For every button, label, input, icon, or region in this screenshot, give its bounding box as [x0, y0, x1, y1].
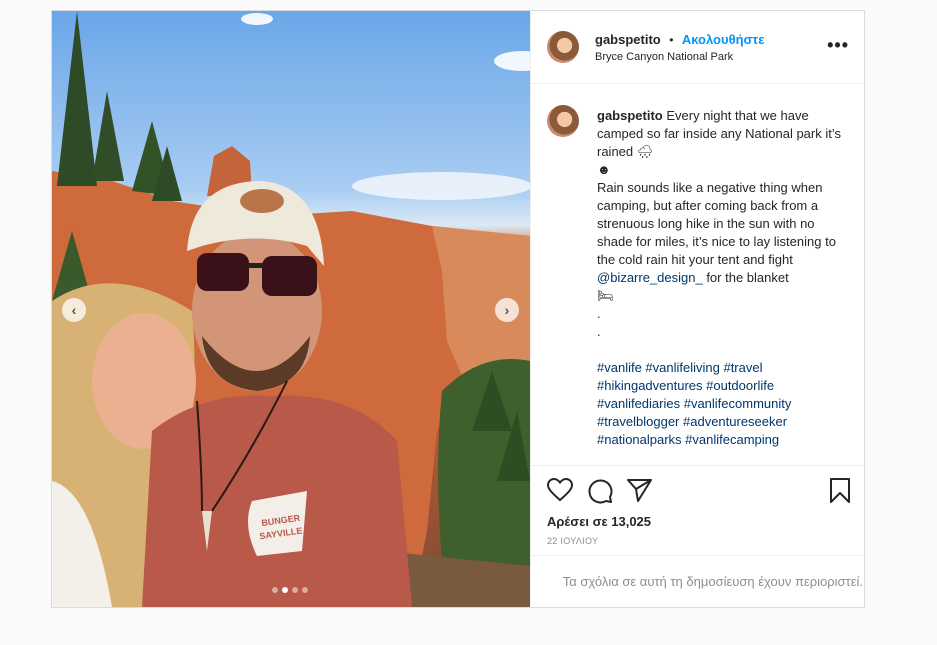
heart-icon: [546, 477, 574, 502]
carousel-dot-active: [282, 587, 288, 593]
like-button[interactable]: [546, 477, 574, 507]
follow-button[interactable]: Ακολουθήστε: [682, 32, 765, 47]
post-photo[interactable]: BUNGER SAYVILLE ‹ ›: [52, 11, 530, 607]
hashtags[interactable]: #vanlife #vanlifeliving #travel #hikinga…: [597, 360, 791, 447]
post-sidebar: gabspetito • Ακολουθήστε Bryce Canyon Na…: [530, 11, 865, 607]
caption-avatar[interactable]: [547, 105, 579, 137]
instagram-post: BUNGER SAYVILLE ‹ › gabspetito • Ακολουθ…: [51, 10, 865, 608]
share-icon: [627, 479, 652, 502]
header-username[interactable]: gabspetito: [595, 32, 661, 47]
comments-restricted-notice: Τα σχόλια σε αυτή τη δημοσίευση έχουν πε…: [531, 555, 865, 607]
caption-text-part-1: Every night that we have camped so far i…: [597, 108, 841, 267]
save-button[interactable]: [829, 478, 851, 508]
comment-icon: [588, 479, 613, 504]
more-options-button[interactable]: •••: [827, 35, 849, 56]
carousel-dot: [272, 587, 278, 593]
caption: gabspetito Every night that we have camp…: [597, 107, 847, 449]
carousel-indicator: [272, 587, 308, 593]
chevron-right-icon: ›: [504, 302, 510, 318]
action-bar: Αρέσει σε 13,025 22 ΙΟΥΛΙΟΥ: [531, 465, 865, 546]
share-button[interactable]: [627, 478, 653, 507]
caption-scroll-area[interactable]: gabspetito Every night that we have camp…: [531, 83, 865, 465]
bookmark-icon: [830, 478, 850, 503]
location-link[interactable]: Bryce Canyon National Park: [595, 51, 733, 63]
post-date[interactable]: 22 ΙΟΥΛΙΟΥ: [547, 536, 598, 546]
separator-dot: •: [669, 33, 674, 47]
avatar[interactable]: [547, 31, 579, 63]
likes-count[interactable]: Αρέσει σε 13,025: [547, 514, 651, 529]
photo-illustration: BUNGER SAYVILLE: [52, 11, 530, 607]
more-horizontal-icon: •••: [827, 35, 849, 55]
mention-link[interactable]: @bizarre_design_: [597, 270, 703, 285]
chevron-left-icon: ‹: [71, 302, 77, 318]
caption-username[interactable]: gabspetito: [597, 108, 663, 123]
comment-button[interactable]: [587, 478, 613, 509]
previous-photo-button[interactable]: ‹: [62, 298, 86, 322]
post-header: gabspetito • Ακολουθήστε Bryce Canyon Na…: [531, 11, 865, 84]
carousel-dot: [292, 587, 298, 593]
next-photo-button[interactable]: ›: [495, 298, 519, 322]
carousel-dot: [302, 587, 308, 593]
